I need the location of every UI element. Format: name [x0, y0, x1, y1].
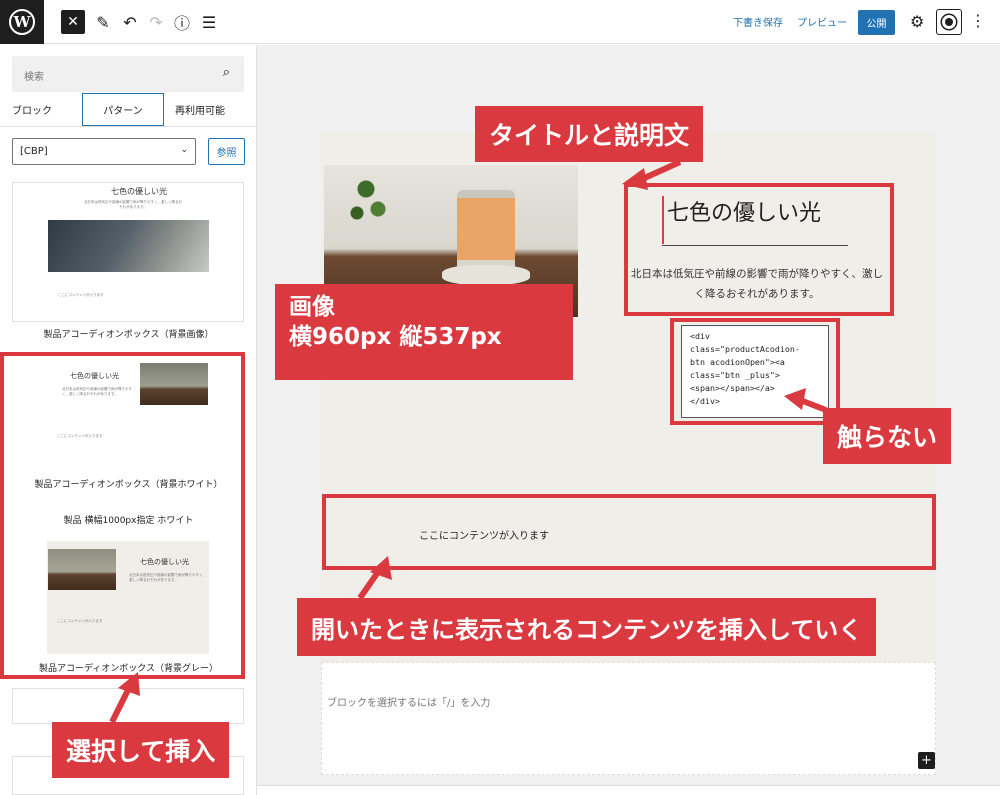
- gear-icon[interactable]: ⚙: [910, 12, 924, 31]
- horizontal-scrollbar[interactable]: [257, 785, 1000, 795]
- plugin-icon[interactable]: [936, 9, 962, 35]
- close-icon[interactable]: ✕: [61, 10, 85, 34]
- empty-paragraph-block[interactable]: ブロックを選択するには「/」を入力: [321, 662, 936, 775]
- publish-button[interactable]: 公開: [858, 10, 895, 35]
- block-hint: ブロックを選択するには「/」を入力: [327, 698, 491, 709]
- pattern-preview-5[interactable]: [12, 688, 244, 724]
- redo-icon[interactable]: ↷: [145, 11, 167, 33]
- callout-dont-touch: 触らない: [823, 408, 952, 464]
- plant-shape: [342, 165, 402, 245]
- callout-insert-content: 開いたときに表示されるコンテンツを挿入していく: [297, 598, 877, 656]
- search-placeholder: 検索: [24, 72, 44, 83]
- annotation-box-title: [624, 183, 894, 316]
- wordpress-logo-icon[interactable]: W: [0, 0, 44, 44]
- annotation-box-code: [670, 318, 840, 425]
- callout-image-line2: 横960px 縦537px: [289, 324, 502, 350]
- list-view-icon[interactable]: ☰: [198, 11, 220, 33]
- pattern-preview-1[interactable]: 七色の優しい光 北日本は低気圧や前線の影響で雨が降りやすく、激しく降るおそれがあ…: [12, 182, 244, 322]
- tab-patterns[interactable]: パターン: [82, 93, 164, 126]
- chevron-down-icon: ⌄: [180, 145, 188, 155]
- undo-icon[interactable]: ↶: [119, 11, 141, 33]
- pattern-mini-title: 七色の優しい光: [111, 187, 167, 196]
- preview-button[interactable]: プレビュー: [797, 14, 847, 29]
- callout-title-desc: タイトルと説明文: [475, 106, 704, 162]
- pattern-mini-text: 北日本は低気圧や前線の影響で雨が降りやすく、激しく降るおそれがあります。: [84, 200, 182, 209]
- callout-image: 画像 横960px 縦537px: [275, 284, 573, 380]
- pattern-label[interactable]: 製品アコーディオンボックス（背景画像）: [0, 327, 257, 340]
- category-value: [CBP]: [20, 146, 48, 157]
- search-input[interactable]: 検索 ⌕: [12, 56, 244, 92]
- tab-reusable[interactable]: 再利用可能: [175, 93, 225, 126]
- search-icon: ⌕: [222, 65, 230, 80]
- more-vertical-icon[interactable]: ⋮: [970, 11, 986, 30]
- pattern-category-select[interactable]: [CBP] ⌄: [12, 138, 196, 165]
- editor-toolbar: W ✕ ✎ ↶ ↷ ⓘ ☰ 下書き保存 プレビュー 公開 ⚙ ⋮: [0, 0, 1000, 44]
- annotation-box-content: [322, 494, 936, 570]
- pencil-icon[interactable]: ✎: [92, 11, 114, 33]
- callout-image-line1: 画像: [289, 294, 335, 320]
- callout-select-insert: 選択して挿入: [52, 722, 230, 778]
- pattern-mini-content: ここにコンテンツが入ります: [58, 293, 104, 297]
- info-icon[interactable]: ⓘ: [171, 11, 193, 33]
- heater-base: [442, 265, 530, 285]
- save-draft-button[interactable]: 下書き保存: [733, 14, 783, 29]
- browse-button[interactable]: 参照: [208, 138, 245, 165]
- heater-shape: [457, 190, 515, 275]
- plus-icon[interactable]: +: [918, 752, 935, 769]
- inserter-tabs: ブロック パターン 再利用可能: [0, 93, 256, 127]
- annotation-box-patterns: [0, 352, 245, 679]
- tab-blocks[interactable]: ブロック: [12, 93, 52, 126]
- pattern-forest-image: [48, 220, 209, 272]
